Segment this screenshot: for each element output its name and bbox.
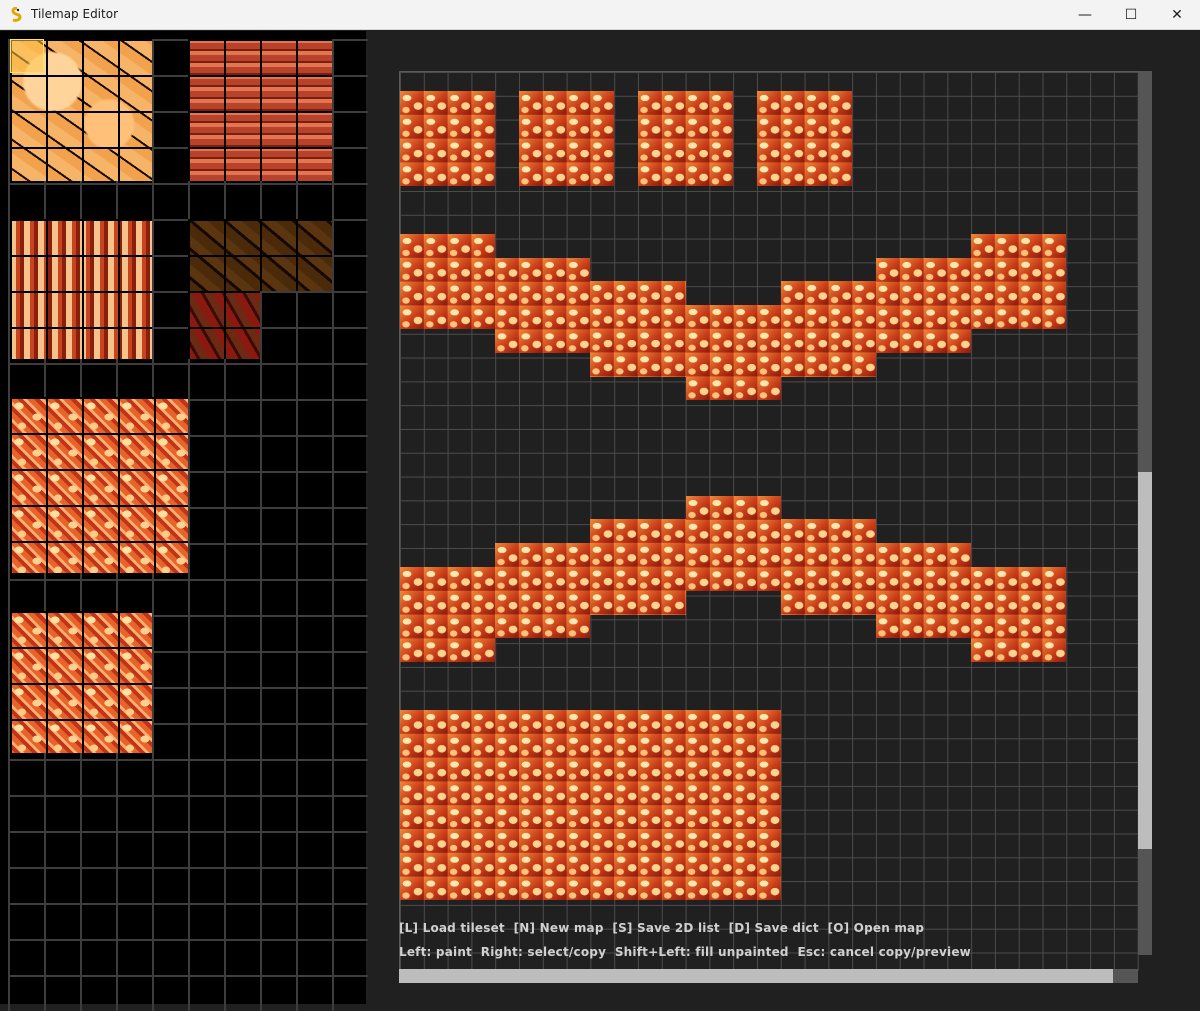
painted-tile-region [400,709,781,901]
painted-tile-region [685,305,781,401]
close-button[interactable]: ✕ [1154,0,1200,30]
tileset-lava-rock[interactable] [10,397,188,573]
help-mouse-line: Left: paint Right: select/copy Shift+Lef… [399,945,971,959]
title-bar: Tilemap Editor — ☐ ✕ [0,0,1200,30]
painted-tile-region [590,281,686,377]
tileset-red-wall[interactable] [10,219,152,359]
painted-tile-region [495,543,591,639]
painted-tile-region [780,519,876,615]
map-canvas[interactable] [399,71,1139,971]
tileset-dark-red[interactable] [188,291,260,359]
painted-tile-region [971,567,1067,663]
tileset-lava-rock-small[interactable] [10,611,152,753]
horizontal-scrollbar-thumb[interactable] [399,969,1113,983]
help-shortcuts-line: [L] Load tileset [N] New map [S] Save 2D… [399,921,925,935]
painted-tile-region [495,257,591,353]
map-painted-tiles [400,72,1139,971]
maximize-button[interactable]: ☐ [1108,0,1154,30]
minimize-button[interactable]: — [1062,0,1108,30]
maximize-icon: ☐ [1124,7,1138,23]
selected-tile-highlight [10,39,44,73]
vertical-scrollbar-thumb[interactable] [1138,472,1152,849]
tileset-palette[interactable] [0,31,368,1011]
painted-tile-region [400,233,496,330]
tileset-brick[interactable] [188,39,332,181]
painted-tile-region [638,91,734,187]
pygame-snake-icon [11,7,22,22]
painted-tile-region [519,91,615,187]
painted-tile-region [876,543,972,639]
painted-tile-region [757,91,853,187]
painted-tile-region [685,495,781,591]
close-icon: ✕ [1171,7,1183,23]
window-title: Tilemap Editor [31,7,118,21]
painted-tile-region [400,91,496,187]
tileset-dark-rock[interactable] [188,219,332,291]
painted-tile-region [400,567,496,663]
minimize-icon: — [1078,7,1092,23]
painted-tile-region [590,519,686,615]
painted-tile-region [971,233,1067,330]
painted-tile-region [876,257,972,353]
painted-tile-region [780,281,876,377]
